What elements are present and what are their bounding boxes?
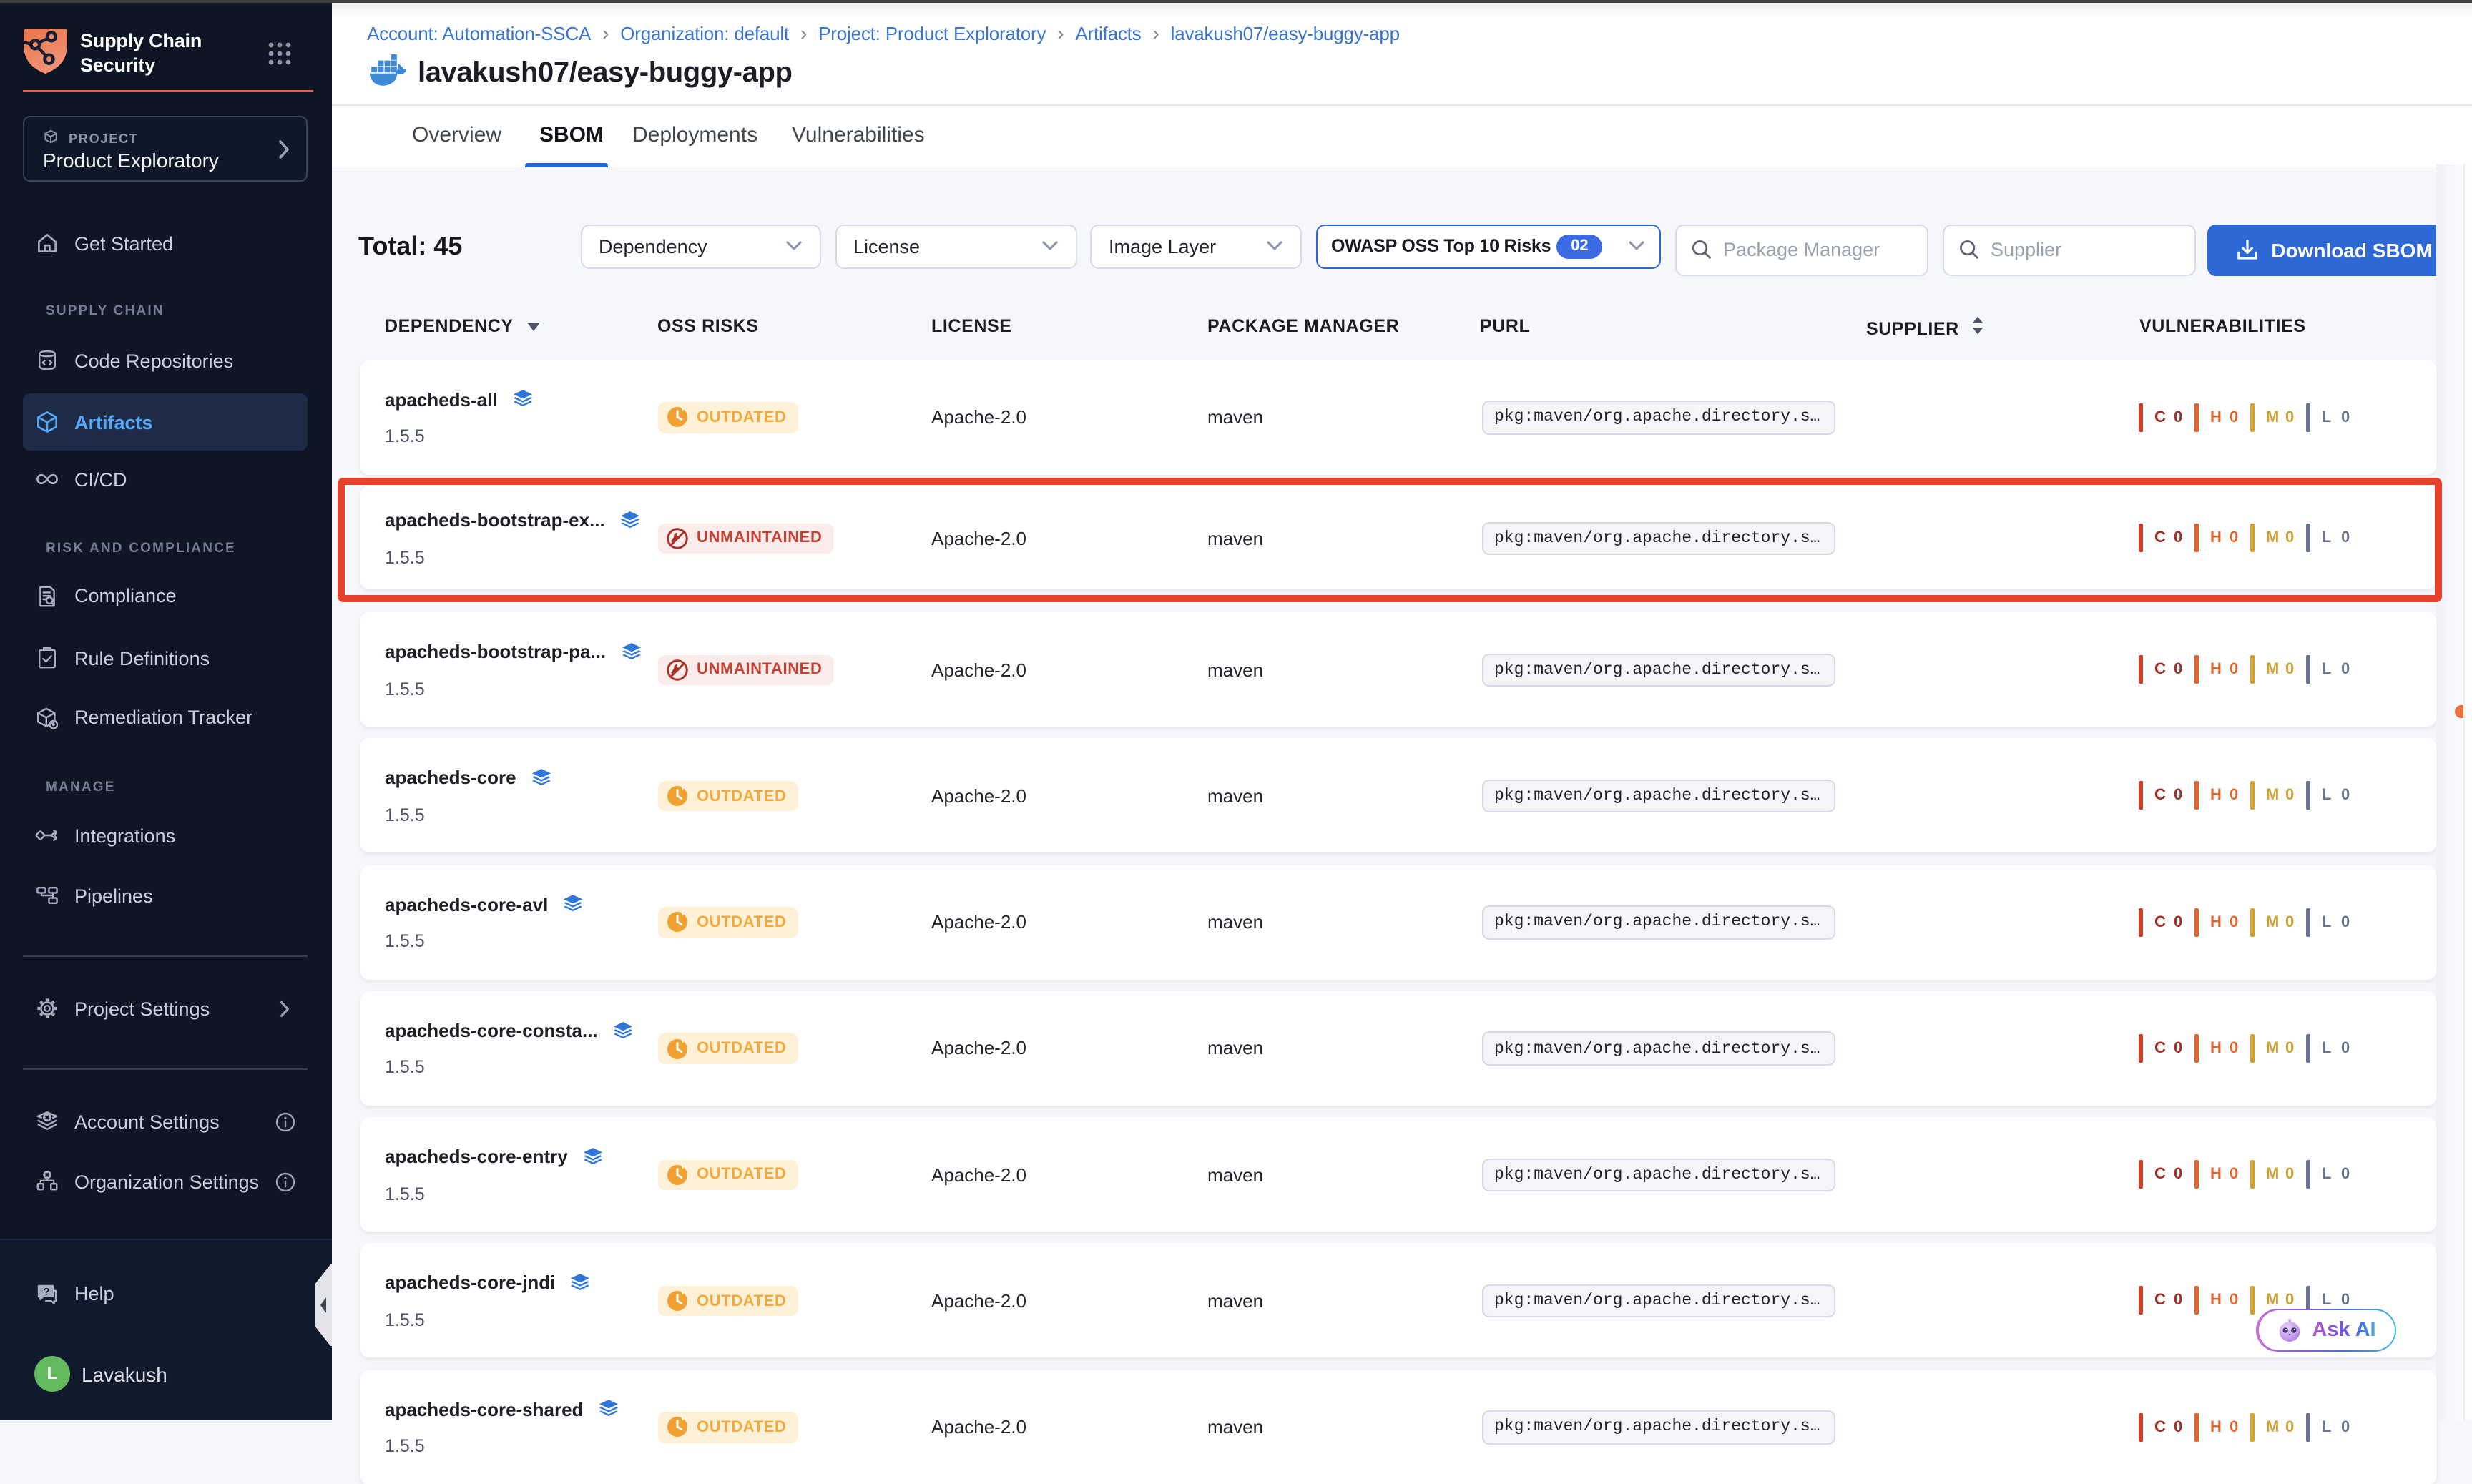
svg-text:?: ? xyxy=(43,1285,49,1297)
